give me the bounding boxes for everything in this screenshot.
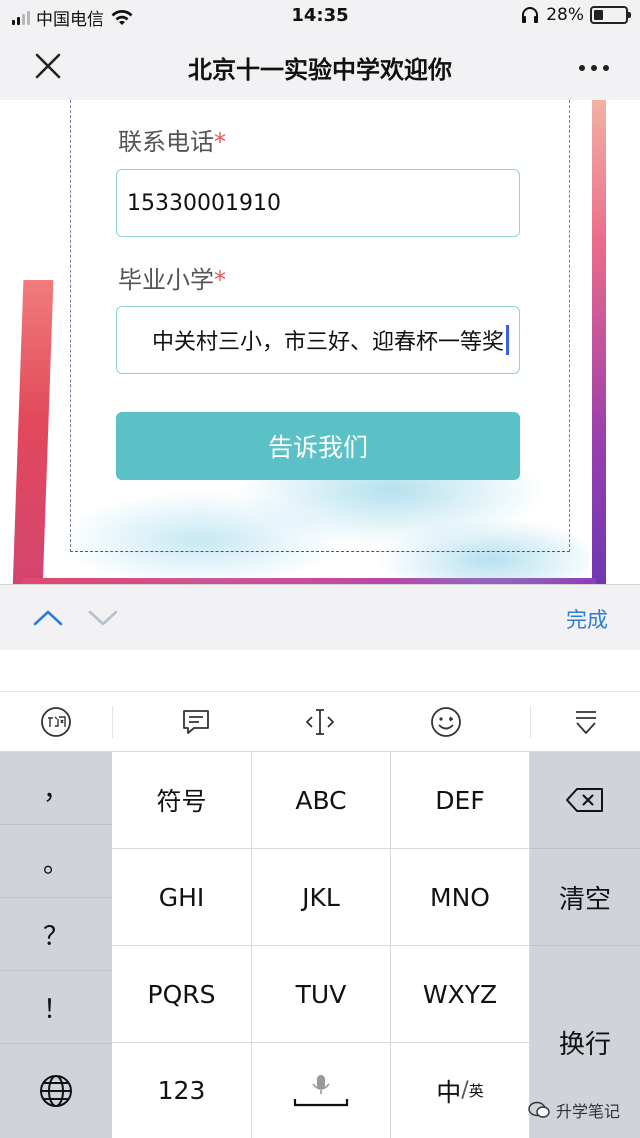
key-numbers[interactable]: 123 (112, 1043, 252, 1138)
wechat-icon (528, 1101, 550, 1118)
phone-label-text: 联系电话 (118, 128, 214, 156)
decorative-ribbon-left (12, 280, 54, 584)
school-input[interactable]: 中关村三小，市三好、迎春杯一等奖 (116, 306, 520, 374)
headphones-icon (522, 7, 539, 23)
watermark-text: 升学笔记 (555, 1102, 620, 1121)
key-def[interactable]: DEF (391, 752, 530, 849)
key-abc[interactable]: ABC (252, 752, 391, 849)
chat-bubble-icon[interactable] (180, 706, 212, 738)
phone-input-value: 15330001910 (127, 190, 281, 216)
decorative-ribbon-right (592, 100, 606, 584)
nav-bar: 北京十一实验中学欢迎你 (0, 32, 640, 100)
keyboard-accessory-bar: 完成 (0, 584, 640, 650)
battery-percent: 28% (546, 5, 584, 25)
key-ghi[interactable]: GHI (112, 849, 252, 946)
key-pqrs[interactable]: PQRS (112, 946, 252, 1043)
space-key[interactable] (252, 1043, 391, 1138)
web-content: 联系电话* 15330001910 毕业小学* 中关村三小，市三好、迎春杯一等奖… (0, 100, 640, 584)
microphone-icon (293, 1074, 349, 1106)
toolbar-separator (112, 706, 113, 738)
key-wxyz[interactable]: WXYZ (391, 946, 530, 1043)
globe-icon[interactable] (0, 1044, 112, 1138)
toolbar-separator (530, 706, 531, 738)
submit-button[interactable]: 告诉我们 (116, 412, 520, 480)
battery-icon (590, 6, 631, 24)
backspace-key[interactable] (530, 752, 640, 849)
lang-main-label: 中 (436, 1077, 462, 1107)
status-bar: 中国电信 14:35 28% (0, 0, 640, 32)
lang-slash: / (461, 1078, 469, 1103)
hide-keyboard-icon[interactable] (570, 706, 602, 738)
done-button[interactable]: 完成 (566, 604, 608, 634)
clear-key[interactable]: 清空 (530, 849, 640, 946)
key-mno[interactable]: MNO (391, 849, 530, 946)
key-question[interactable]: ？ (0, 898, 112, 971)
school-label-text: 毕业小学 (118, 266, 214, 294)
backspace-icon (566, 788, 603, 812)
lang-sub-label: 英 (468, 1082, 484, 1100)
suggestion-strip (0, 650, 640, 692)
next-field-icon[interactable] (88, 603, 118, 633)
key-tuv[interactable]: TUV (252, 946, 391, 1043)
phone-input[interactable]: 15330001910 (116, 169, 520, 237)
ime-logo-icon[interactable] (40, 706, 72, 738)
emoji-icon[interactable] (430, 706, 462, 738)
status-right: 28% (520, 5, 631, 25)
school-input-value: 中关村三小，市三好、迎春杯一等奖 (151, 330, 504, 355)
key-jkl[interactable]: JKL (252, 849, 391, 946)
required-mark: * (214, 266, 226, 294)
previous-field-icon[interactable] (33, 603, 63, 633)
phone-label: 联系电话* (118, 122, 226, 157)
t9-keyboard: ， 。 ？ ！ 符号 ABC DEF GHI JKL MNO PQRS TUV … (0, 752, 640, 1138)
key-comma[interactable]: ， (0, 752, 112, 825)
key-period[interactable]: 。 (0, 825, 112, 898)
key-exclamation[interactable]: ！ (0, 971, 112, 1044)
key-symbols[interactable]: 符号 (112, 752, 252, 849)
cursor-move-icon[interactable] (304, 706, 336, 738)
more-options-icon[interactable] (578, 46, 610, 81)
page-title: 北京十一实验中学欢迎你 (188, 56, 452, 84)
text-caret (506, 325, 509, 355)
keyboard-toolbar (0, 692, 640, 752)
watermark: 升学笔记 (528, 1098, 620, 1122)
school-label: 毕业小学* (118, 260, 226, 295)
required-mark: * (214, 128, 226, 156)
key-language-switch[interactable]: 中 / 英 (391, 1043, 530, 1138)
